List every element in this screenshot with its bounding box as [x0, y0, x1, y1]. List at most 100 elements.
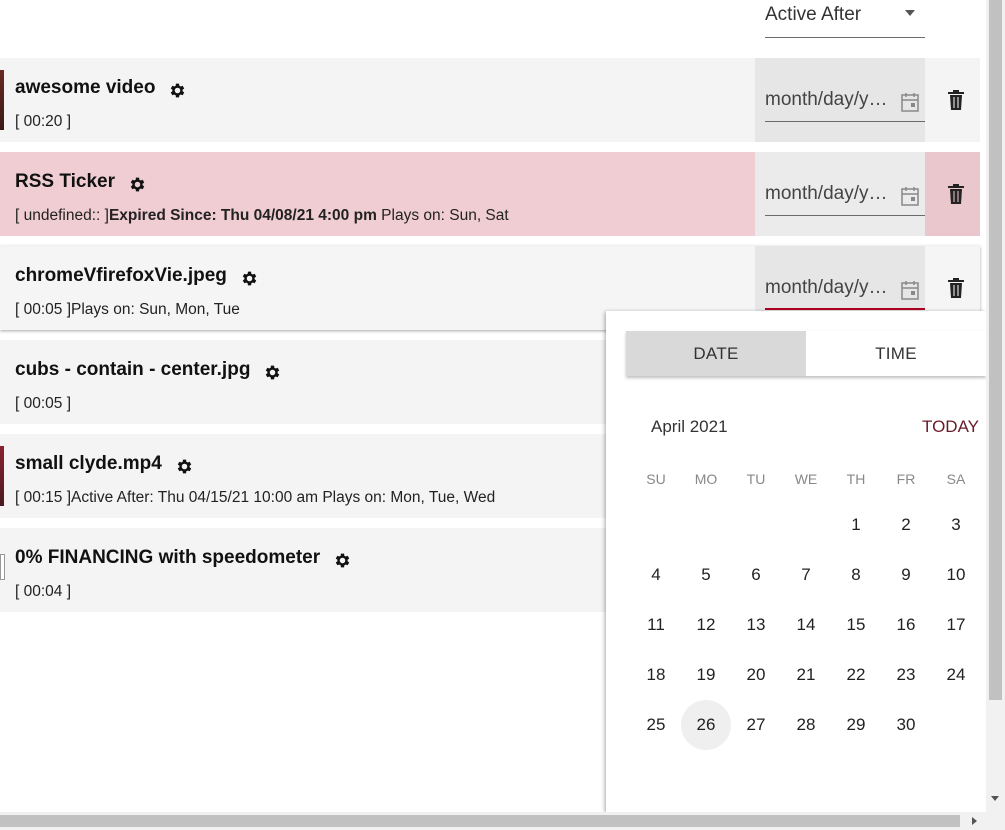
calendar-day[interactable]: 20 — [731, 650, 781, 700]
calendar-day[interactable]: 23 — [881, 650, 931, 700]
calendar-day[interactable]: 22 — [831, 650, 881, 700]
trash-icon[interactable] — [947, 90, 965, 110]
gear-icon[interactable] — [263, 363, 282, 382]
calendar-day[interactable]: 4 — [631, 550, 681, 600]
row-plays-on: Active After: Thu 04/15/21 10:00 am Play… — [71, 489, 496, 506]
gear-icon[interactable] — [168, 81, 187, 100]
calendar-day[interactable]: 5 — [681, 550, 731, 600]
calendar-day[interactable]: 29 — [831, 700, 881, 750]
calendar-day[interactable]: 25 — [631, 700, 681, 750]
calendar-day[interactable]: 1 — [831, 500, 881, 550]
trash-icon[interactable] — [947, 278, 965, 298]
date-input-active[interactable]: month/day/y… — [765, 274, 925, 310]
date-input[interactable]: month/day/y… — [765, 86, 925, 122]
date-placeholder: month/day/y… — [765, 183, 888, 204]
row-duration: [ 00:05 ] — [15, 395, 72, 412]
row-title: awesome video — [15, 77, 187, 99]
weekday-label: MO — [694, 471, 718, 487]
calendar-day[interactable]: 15 — [831, 600, 881, 650]
row-title-text: 0% FINANCING with speedometer — [15, 547, 321, 568]
row-title: cubs - contain - center.jpg — [15, 359, 282, 381]
calendar-day[interactable]: 24 — [931, 650, 981, 700]
calendar-day[interactable]: 3 — [931, 500, 981, 550]
tab-time[interactable]: TIME — [806, 331, 986, 376]
weekday-label: TU — [746, 471, 766, 487]
calendar-day[interactable]: 16 — [881, 600, 931, 650]
row-duration: [ 00:15 ] — [15, 489, 72, 506]
weekday-header: SU MO TU WE TH FR SA — [631, 471, 981, 487]
month-label: April 2021 — [651, 417, 728, 436]
row-duration: [ undefined:: ] — [15, 207, 109, 224]
playlist-row-expired[interactable]: RSS Ticker [ undefined:: ]Expired Since:… — [0, 152, 980, 236]
calendar-empty-cell — [681, 500, 731, 550]
row-title-text: RSS Ticker — [15, 171, 115, 192]
row-title: chromeVfirefoxVie.jpeg — [15, 265, 259, 287]
row-title: 0% FINANCING with speedometer — [15, 547, 352, 569]
calendar-day[interactable]: 8 — [831, 550, 881, 600]
tab-date[interactable]: DATE — [626, 331, 806, 376]
row-title-text: cubs - contain - center.jpg — [15, 359, 251, 380]
vertical-scroll-thumb[interactable] — [989, 0, 1002, 700]
calendar-day[interactable]: 7 — [781, 550, 831, 600]
horizontal-scroll-thumb[interactable] — [0, 815, 960, 827]
picker-tabs: DATE TIME — [626, 331, 986, 376]
row-plays-on: Plays on: Sun, Mon, Tue — [71, 301, 240, 318]
date-input[interactable]: month/day/y… — [765, 180, 925, 216]
weekday-label: SU — [646, 471, 666, 487]
calendar-icon[interactable] — [901, 186, 919, 206]
calendar-day-grid: 1 2 3 4 5 6 7 8 9 10 11 12 13 14 15 16 17 18 19 20 21 22 23 24 2… — [631, 500, 981, 750]
calendar-day[interactable]: 18 — [631, 650, 681, 700]
playlist-row[interactable]: awesome video [ 00:20 ] month/day/y… — [0, 58, 980, 142]
gear-icon[interactable] — [128, 175, 147, 194]
row-title-text: chromeVfirefoxVie.jpeg — [15, 265, 227, 286]
calendar-day[interactable]: 14 — [781, 600, 831, 650]
calendar-day[interactable]: 11 — [631, 600, 681, 650]
row-plays-on: Plays on: Sun, Sat — [381, 207, 509, 224]
filter-select[interactable]: Active After — [765, 0, 925, 38]
scroll-down-arrow-icon[interactable] — [991, 796, 999, 801]
row-duration: [ 00:04 ] — [15, 583, 72, 600]
thumbnail — [0, 446, 4, 506]
vertical-scrollbar[interactable] — [986, 0, 1005, 812]
gear-icon[interactable] — [333, 551, 352, 570]
trash-icon[interactable] — [947, 184, 965, 204]
calendar-day[interactable]: 9 — [881, 550, 931, 600]
calendar-day[interactable]: 27 — [731, 700, 781, 750]
row-details: [ 00:05 ]Plays on: Sun, Mon, Tue — [15, 301, 240, 319]
weekday-label: SA — [946, 471, 966, 487]
calendar-icon[interactable] — [901, 92, 919, 112]
today-button[interactable]: TODAY — [922, 417, 979, 437]
thumbnail — [0, 554, 5, 580]
row-title-text: small clyde.mp4 — [15, 453, 162, 474]
calendar-day[interactable]: 13 — [731, 600, 781, 650]
weekday-label: TH — [846, 471, 866, 487]
calendar-day[interactable]: 21 — [781, 650, 831, 700]
calendar-day[interactable]: 17 — [931, 600, 981, 650]
row-title: RSS Ticker — [15, 171, 147, 193]
calendar-day[interactable]: 30 — [881, 700, 931, 750]
calendar-day[interactable]: 10 — [931, 550, 981, 600]
calendar-empty-cell — [731, 500, 781, 550]
row-details: [ 00:15 ]Active After: Thu 04/15/21 10:0… — [15, 489, 495, 507]
calendar-day[interactable]: 6 — [731, 550, 781, 600]
weekday-label: WE — [794, 471, 818, 487]
filter-select-value: Active After — [765, 4, 862, 25]
date-placeholder: month/day/y… — [765, 89, 888, 110]
scroll-right-arrow-icon[interactable] — [972, 817, 977, 825]
calendar-day[interactable]: 2 — [881, 500, 931, 550]
calendar-day-today[interactable]: 26 — [681, 700, 731, 750]
calendar-day[interactable]: 28 — [781, 700, 831, 750]
gear-icon[interactable] — [240, 269, 259, 288]
horizontal-scrollbar[interactable] — [0, 812, 1005, 830]
date-picker-popover: DATE TIME April 2021 TODAY SU MO TU WE T… — [606, 311, 986, 812]
row-details: [ undefined:: ]Expired Since: Thu 04/08/… — [15, 207, 509, 225]
calendar-icon[interactable] — [901, 280, 919, 300]
calendar-empty-cell — [631, 500, 681, 550]
gear-icon[interactable] — [175, 457, 194, 476]
calendar-day[interactable]: 19 — [681, 650, 731, 700]
date-cell: month/day/y… — [755, 58, 925, 142]
calendar-empty-cell — [781, 500, 831, 550]
calendar-day[interactable]: 12 — [681, 600, 731, 650]
row-duration: [ 00:20 ] — [15, 113, 72, 130]
date-cell: month/day/y… — [755, 152, 925, 236]
